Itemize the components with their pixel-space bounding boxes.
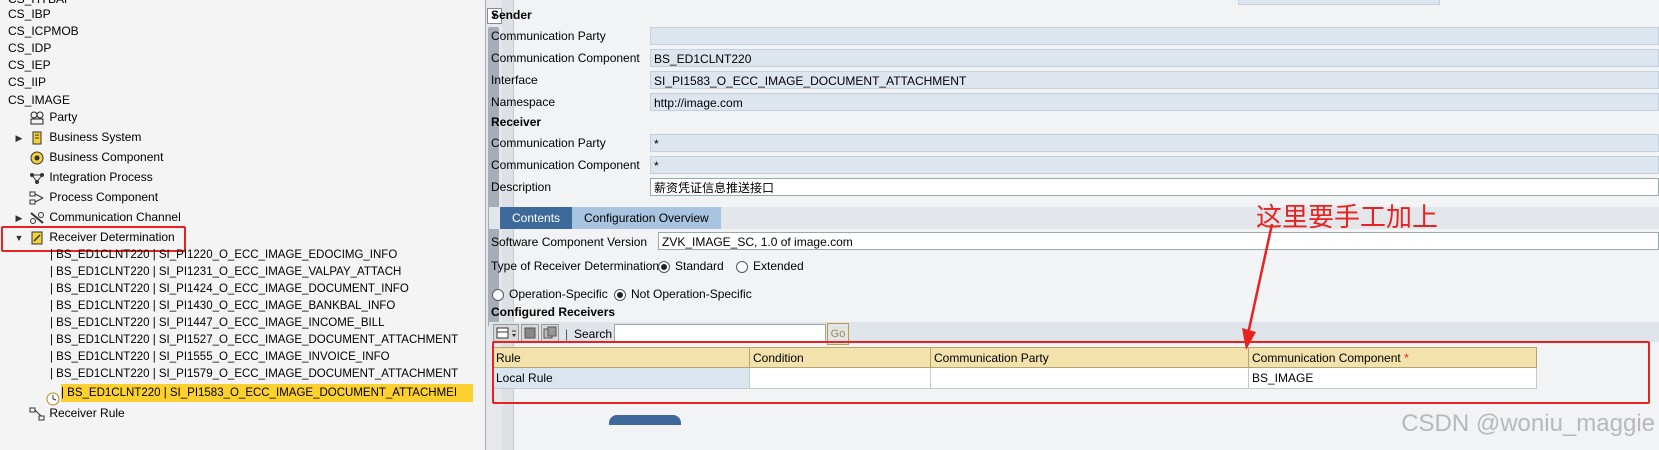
tab-configuration-overview[interactable]: Configuration Overview [572,207,721,229]
top-field[interactable] [1238,0,1440,5]
navigation-tree: CS_HYBAF CS_IBP CS_ICPMOB CS_IDP CS_IEP … [0,0,485,450]
process-component-icon [29,191,45,205]
expand-toggle-icon[interactable]: ▶ [12,130,26,147]
copy-row-icon[interactable] [541,324,559,342]
tree-item-cs[interactable]: CS_ICPMOB [8,23,79,40]
tree-item-cs[interactable]: CS_IIP [8,74,46,91]
annotation-text: 这里要手工加上 [1256,203,1439,233]
radio-not-op-specific-label: Not Operation-Specific [631,287,752,301]
business-system-icon [29,131,45,145]
tree-node-integration-process[interactable]: Integration Process [12,169,153,186]
scrollbar-thumb[interactable] [488,27,499,327]
sender-comm-component-label: Communication Component [491,51,640,65]
tree-node-label: Integration Process [49,170,153,184]
watermark: CSDN @woniu_maggie [1401,410,1655,437]
tree-node-business-system[interactable]: ▶ Business System [12,129,141,146]
tree-item-cs[interactable]: CS_IDP [8,40,51,57]
sender-interface-field[interactable]: SI_PI1583_O_ECC_IMAGE_DOCUMENT_ATTACHMEN… [650,71,1659,89]
add-row-icon[interactable] [493,324,519,342]
receiver-comm-party-label: Communication Party [491,136,606,150]
annotation-arrow-icon [1242,223,1274,350]
receiver-determination-item[interactable]: | BS_ED1CLNT220 | SI_PI1220_O_ECC_IMAGE_… [50,247,397,264]
radio-op-specific-label: Operation-Specific [509,287,608,301]
receiver-determination-item[interactable]: | BS_ED1CLNT220 | SI_PI1555_O_ECC_IMAGE_… [50,349,390,366]
toolbar-separator: | [565,327,569,341]
sender-section-title: Sender [491,8,532,22]
receiver-section-title: Receiver [491,115,542,129]
tab-contents[interactable]: Contents [500,207,573,229]
sender-namespace-field[interactable]: http://image.com [650,93,1659,111]
annotation-box [492,341,1650,404]
sender-namespace-label: Namespace [491,95,556,109]
radio-extended[interactable]: Extended [736,259,804,273]
expand-toggle-icon[interactable]: ▶ [12,210,26,227]
receiver-determination-item[interactable]: | BS_ED1CLNT220 | SI_PI1231_O_ECC_IMAGE_… [50,264,401,281]
party-icon [29,111,45,125]
tree-item-cs[interactable]: CS_IBP [8,6,51,23]
receiver-determination-item[interactable]: | BS_ED1CLNT220 | SI_PI1527_O_ECC_IMAGE_… [50,332,458,349]
tree-node-party[interactable]: Party [12,109,77,126]
sender-comm-party-label: Communication Party [491,29,606,43]
sender-comm-component-field[interactable]: BS_ED1CLNT220 [650,49,1659,67]
radio-off-icon[interactable] [492,288,504,301]
tree-item-cs[interactable]: CS_IMAGE [8,92,70,109]
tree-node-label: Business System [49,130,142,144]
description-label: Description [491,180,552,194]
selected-tree-item[interactable]: | BS_ED1CLNT220 | SI_PI1583_O_ECC_IMAGE_… [45,384,473,406]
radio-on-icon[interactable] [614,288,626,301]
receiver-comm-component-label: Communication Component [491,158,640,172]
tree-node-receiver-rule[interactable]: Receiver Rule [12,405,125,422]
bottom-tab-partial[interactable] [609,415,681,425]
sender-comm-party-field[interactable] [650,27,1659,45]
scv-field[interactable]: ZVK_IMAGE_SC, 1.0 of image.com [658,232,1659,250]
tree-node-label: Business Component [49,150,164,164]
search-input[interactable] [614,324,826,342]
tree-node-process-component[interactable]: Process Component [12,189,158,206]
receiver-determination-item[interactable]: | BS_ED1CLNT220 | SI_PI1447_O_ECC_IMAGE_… [50,315,385,332]
delete-row-icon[interactable] [521,324,539,342]
tree-node-communication-channel[interactable]: ▶ Communication Channel [12,209,181,226]
radio-standard[interactable]: Standard [658,259,724,273]
tree-node-label: Process Component [49,190,159,204]
tree-node-label: Receiver Rule [49,406,125,420]
radio-extended-label: Extended [753,259,804,273]
configured-receivers-title: Configured Receivers [491,305,616,319]
edit-clock-icon [45,392,61,406]
receiver-comm-party-field[interactable]: * [650,134,1659,152]
tree-node-business-component[interactable]: Business Component [12,149,163,166]
tree-node-label: Party [49,110,78,124]
description-field[interactable]: 薪资凭证信息推送接口 [650,178,1659,196]
radio-on-icon[interactable] [658,260,670,273]
tree-item-cs[interactable]: CS_IEP [8,57,51,74]
business-component-icon [29,151,45,165]
receiver-rule-icon [29,407,45,421]
radio-operation-specific[interactable]: Operation-Specific [492,287,608,301]
type-label: Type of Receiver Determination [491,259,660,273]
receiver-comm-component-field[interactable]: * [650,156,1659,174]
receiver-determination-item[interactable]: | BS_ED1CLNT220 | SI_PI1579_O_ECC_IMAGE_… [50,366,458,383]
receiver-determination-item[interactable]: | BS_ED1CLNT220 | SI_PI1424_O_ECC_IMAGE_… [50,281,409,298]
scv-label: Software Component Version [491,235,648,249]
radio-not-operation-specific[interactable]: Not Operation-Specific [614,287,752,301]
radio-standard-label: Standard [675,259,724,273]
sender-interface-label: Interface [491,73,538,87]
search-label: Search [574,327,613,341]
radio-off-icon[interactable] [736,260,748,273]
selected-tree-item-label: | BS_ED1CLNT220 | SI_PI1583_O_ECC_IMAGE_… [61,384,473,402]
integration-process-icon [29,171,45,185]
communication-channel-icon [29,211,45,225]
receiver-determination-item[interactable]: | BS_ED1CLNT220 | SI_PI1430_O_ECC_IMAGE_… [50,298,395,315]
tree-node-label: Communication Channel [49,210,181,224]
